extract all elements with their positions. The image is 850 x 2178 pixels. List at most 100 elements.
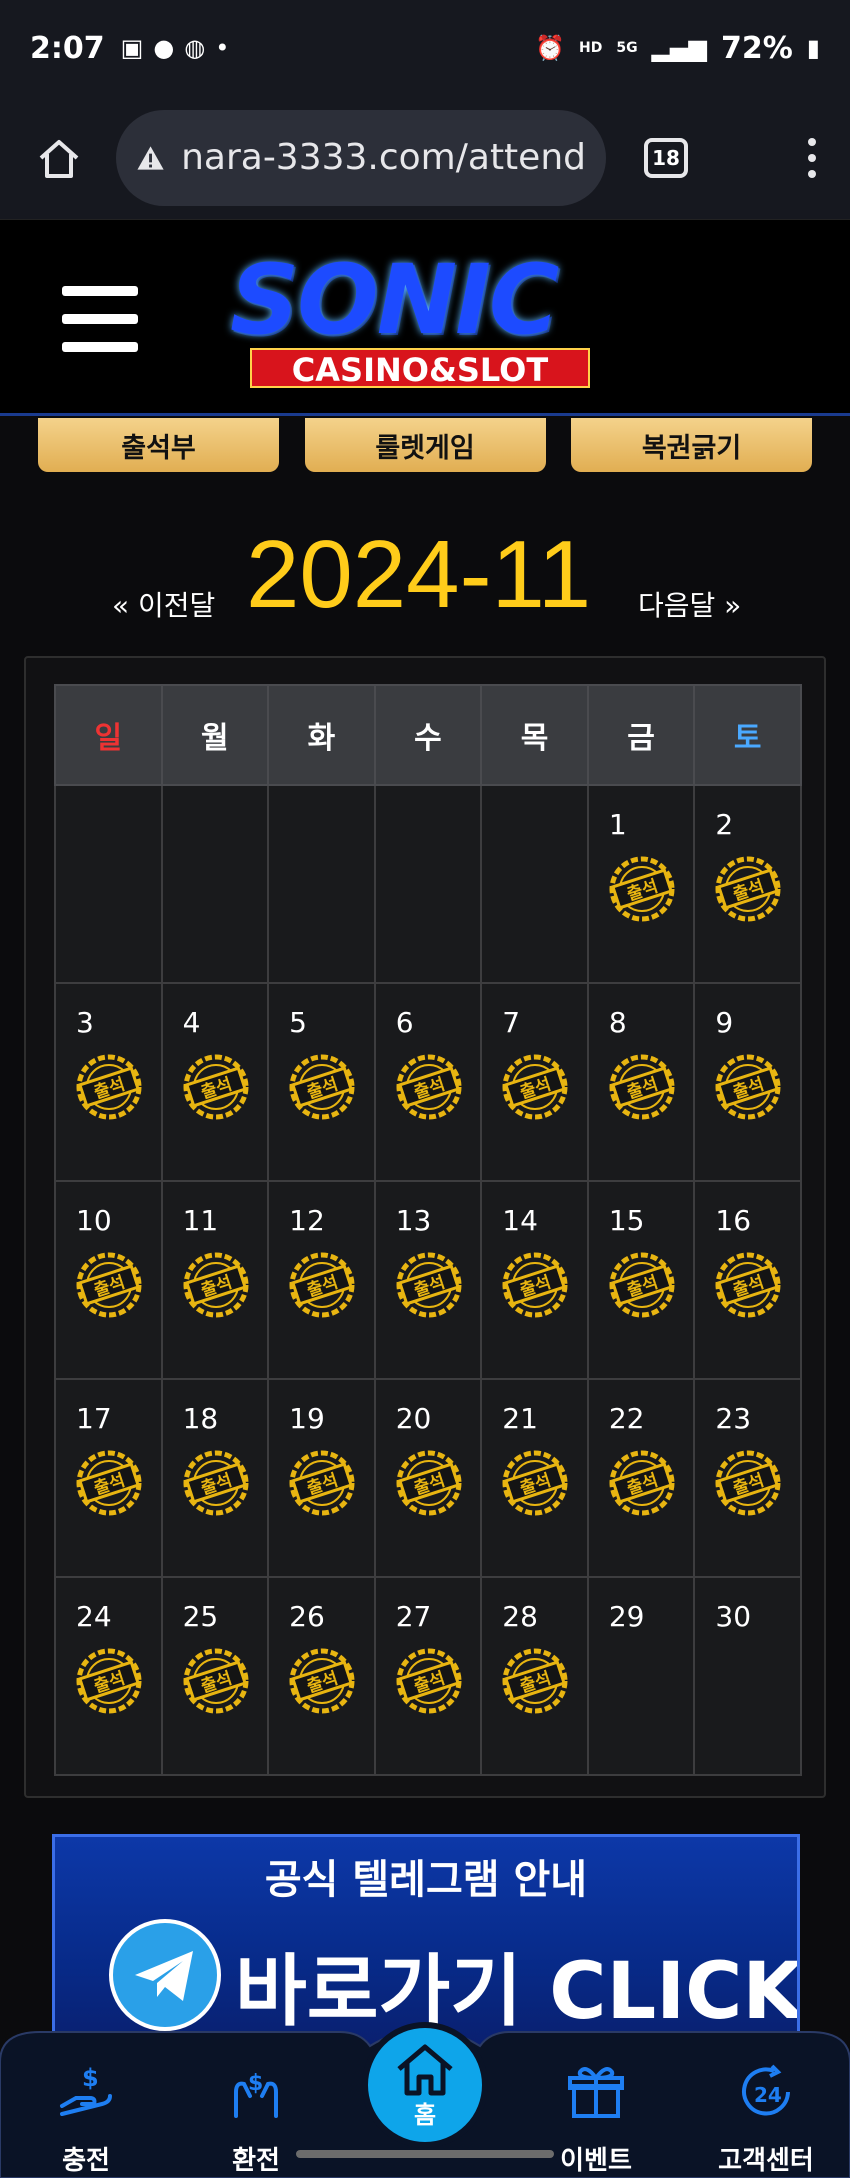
site-logo[interactable]: SONIC CASINO&SLOT [230, 250, 610, 400]
calendar-day-cell: 22 출석 [586, 1378, 696, 1578]
nav-support[interactable]: 24 고객센터 [706, 2062, 826, 2177]
menu-dot-icon [808, 169, 816, 178]
attendance-stamp-icon: 출석 [289, 1054, 355, 1120]
telegram-banner[interactable]: 공식 텔레그램 안내 바로가기 CLICK [52, 1834, 800, 2054]
prev-month-link[interactable]: « 이전달 [112, 584, 215, 624]
attendance-stamp-icon: 출석 [76, 1054, 142, 1120]
calendar-day-cell: 17 출석 [54, 1378, 163, 1578]
month-navigation: « 이전달 2024-11 다음달 » [0, 510, 850, 628]
calendar-day-cell: 28 출석 [480, 1576, 589, 1776]
support-24-icon: 24 [742, 2064, 790, 2116]
calendar-day-cell: 13 출석 [373, 1180, 483, 1380]
menu-dot-icon [808, 137, 816, 146]
day-number: 4 [182, 1006, 201, 1039]
hamburger-menu-button[interactable] [62, 286, 138, 352]
status-bar: 2:07 ▣ ● ◍ • ⏰ HD 5G ▂▄▆ 72% ▮ [0, 0, 850, 96]
nav-event[interactable]: 이벤트 [536, 2062, 656, 2177]
attendance-stamp-icon: 출석 [609, 1252, 675, 1318]
calendar-day-cell: 16 출석 [693, 1180, 802, 1380]
weekday-tue: 화 [267, 684, 376, 786]
calendar-day-cell: 11 출석 [160, 1180, 270, 1380]
attendance-stamp-icon: 출석 [76, 1648, 142, 1714]
url-bar[interactable]: nara-3333.com/attend [116, 109, 606, 206]
attendance-stamp-icon: 출석 [183, 1252, 249, 1318]
tab-lottery[interactable]: 복권긁기 [571, 418, 812, 472]
gesture-handle [296, 2150, 554, 2158]
nav-deposit[interactable]: $ 충전 [26, 2062, 146, 2177]
weekday-fri: 금 [586, 684, 696, 786]
attendance-calendar: 일 월 화 수 목 금 토 1 출석 2 출석 3 출석 4 출석 5 출석 6 출석 7 출석 8 출석 9 출… [24, 656, 826, 1798]
calendar-day-cell: 19 출석 [267, 1378, 376, 1578]
attendance-stamp-icon: 출석 [76, 1450, 142, 1516]
weekday-mon: 월 [160, 684, 270, 786]
browser-home-button[interactable] [24, 123, 94, 193]
calendar-day-cell: 14 출석 [480, 1180, 589, 1380]
calendar-day-cell: 6 출석 [373, 982, 483, 1182]
browser-menu-button[interactable] [808, 137, 816, 178]
day-number: 5 [289, 1006, 307, 1039]
day-number: 9 [715, 1006, 734, 1039]
calendar-day-cell: 15 출석 [586, 1180, 696, 1380]
svg-text:$: $ [82, 2064, 99, 2092]
attendance-stamp-icon: 출석 [396, 1252, 462, 1318]
day-number: 28 [502, 1600, 538, 1633]
tab-switcher-button[interactable]: 18 [644, 137, 688, 178]
day-number: 20 [395, 1402, 432, 1435]
calendar-day-cell: 30 [693, 1576, 802, 1776]
day-number: 14 [502, 1204, 538, 1237]
day-number: 21 [502, 1402, 538, 1435]
tab-attendance[interactable]: 출석부 [38, 418, 279, 472]
attendance-stamp-icon: 출석 [183, 1648, 249, 1714]
calendar-day-cell: 23 출석 [693, 1378, 802, 1578]
attendance-stamp-icon: 출석 [396, 1648, 462, 1714]
attendance-stamp-icon: 출석 [715, 1054, 781, 1120]
browser-toolbar: nara-3333.com/attend 18 [0, 96, 850, 220]
nav-home-button[interactable]: 홈 [362, 2022, 488, 2148]
calendar-empty-cell [160, 784, 270, 984]
logo-sub-text: CASINO&SLOT [250, 348, 590, 389]
day-number: 24 [76, 1600, 112, 1633]
calendar-day-cell: 1 출석 [586, 784, 696, 984]
tab-roulette[interactable]: 룰렛게임 [304, 418, 546, 472]
nav-support-label: 고객센터 [718, 2146, 814, 2176]
attendance-stamp-icon: 출석 [715, 856, 781, 922]
talk-icon: ● [153, 34, 175, 62]
home-icon [39, 139, 79, 178]
attendance-stamp-icon: 출석 [715, 1252, 781, 1318]
attendance-stamp-icon: 출석 [502, 1648, 568, 1714]
calendar-empty-cell [480, 784, 589, 984]
day-number: 2 [715, 808, 734, 841]
menu-dot-icon [808, 153, 816, 162]
calendar-day-cell: 9 출석 [693, 982, 802, 1182]
attendance-stamp-icon: 출석 [289, 1252, 355, 1318]
calendar-week-row: 3 출석 4 출석 5 출석 6 출석 7 출석 8 출석 9 출석 [54, 982, 802, 1182]
svg-text:24: 24 [754, 2083, 782, 2107]
nav-withdraw-label: 환전 [232, 2146, 280, 2176]
signal-icon: ▂▄▆ [651, 34, 707, 62]
day-number: 27 [395, 1600, 432, 1633]
calendar-week-row: 17 출석 18 출석 19 출석 20 출석 21 출석 22 출석 23 출석 [54, 1378, 802, 1578]
calendar-day-cell: 29 [586, 1576, 696, 1776]
feature-tabs: 출석부 룰렛게임 복권긁기 [38, 418, 812, 472]
next-month-link[interactable]: 다음달 » [638, 584, 741, 624]
attendance-stamp-icon: 출석 [76, 1252, 142, 1318]
calendar-day-cell: 7 출석 [480, 982, 589, 1182]
attendance-stamp-icon: 출석 [502, 1450, 568, 1516]
attendance-stamp-icon: 출석 [183, 1054, 249, 1120]
nav-withdraw[interactable]: $ 환전 [196, 2062, 316, 2177]
attendance-stamp-icon: 출석 [502, 1054, 568, 1120]
calendar-empty-cell [373, 784, 483, 984]
hamburger-line [62, 342, 138, 352]
calendar-week-row: 24 출석 25 출석 26 출석 27 출석 28 출석 29 30 [54, 1576, 802, 1776]
calendar-empty-cell [54, 784, 163, 984]
day-number: 12 [289, 1204, 325, 1237]
attendance-stamp-icon: 출석 [289, 1450, 355, 1516]
calendar-table: 일 월 화 수 목 금 토 1 출석 2 출석 3 출석 4 출석 5 출석 6 출석 7 출석 8 출석 9 출… [54, 684, 802, 1776]
calendar-day-cell: 20 출석 [373, 1378, 483, 1578]
day-number: 30 [715, 1600, 752, 1633]
day-number: 6 [395, 1006, 414, 1039]
calendar-day-cell: 18 출석 [160, 1378, 270, 1578]
hamburger-line [62, 286, 138, 296]
attendance-stamp-icon: 출석 [396, 1054, 462, 1120]
day-number: 23 [715, 1402, 752, 1435]
